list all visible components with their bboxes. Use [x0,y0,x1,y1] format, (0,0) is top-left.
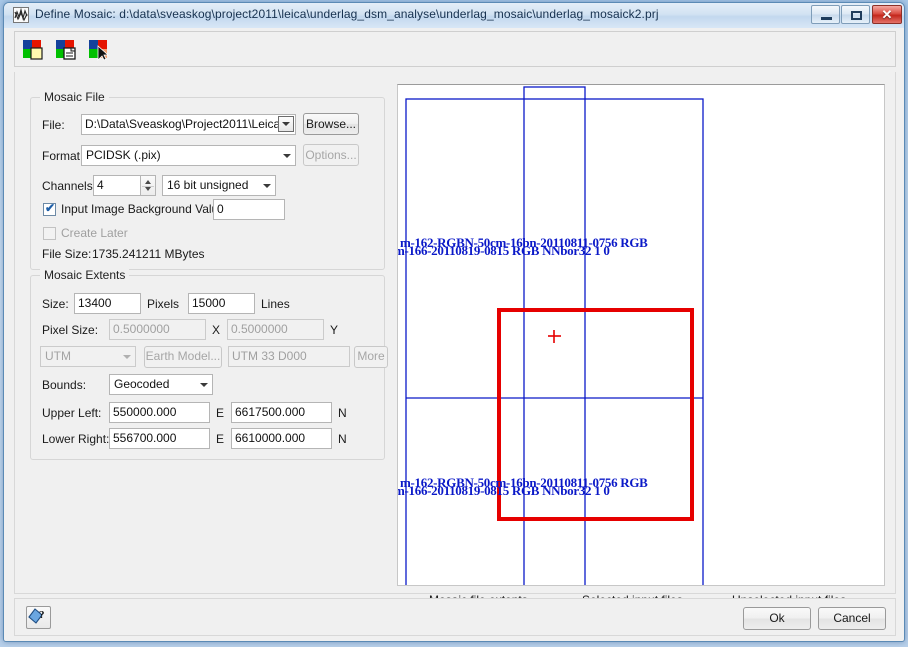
projection-detail-input: UTM 33 D000 [228,346,350,367]
lower-right-north-unit: N [338,432,347,446]
projection-value: UTM [45,349,71,363]
input-background-value-input[interactable]: 0 [213,199,285,220]
file-size-value: 1735.241211 MBytes [92,247,205,261]
format-combo[interactable]: PCIDSK (.pix) [81,145,296,166]
lines-label: Lines [261,297,290,311]
lower-right-east-input[interactable]: 556700.000 [109,428,210,449]
pixel-size-label: Pixel Size: [42,323,99,337]
minimize-button[interactable] [811,5,840,24]
more-projection-button: More [354,346,388,368]
chevron-down-icon [262,183,271,188]
maximize-button[interactable] [841,5,870,24]
file-size-label: File Size: [42,247,92,261]
maximize-icon [851,11,862,20]
rgb-new-file-icon [23,40,43,60]
upper-left-east-input[interactable]: 550000.000 [109,402,210,423]
create-later-label: Create Later [61,226,128,240]
bounds-label: Bounds: [42,378,87,392]
map-canvas [405,86,704,585]
file-path-input[interactable]: D:\Data\Sveaskog\Project2011\Leica\ [81,114,296,135]
map-file-label: m-166-20110819-0815 RGB NNbor32 1 0 [397,483,610,498]
x-axis-label: X [212,323,221,337]
mosaic-preview-map[interactable]: m-162-RGBN-50cm-16bn-20110811-0756 RGB m… [397,84,885,586]
help-icon: ? [28,608,45,624]
create-later-checkbox [43,227,56,240]
earth-model-button: Earth Model... [144,346,222,368]
pixel-size-x-input: 0.5000000 [109,319,206,340]
pixel-size-y-input: 0.5000000 [227,319,324,340]
rgb-select-arrow-icon [89,40,110,61]
mosaic-extents-group: Mosaic Extents Size: 13400 Pixels 15000 … [30,268,388,460]
lower-right-east-unit: E [216,432,225,446]
help-button[interactable]: ? [26,606,51,629]
projection-combo: UTM [40,346,136,367]
projection-combo-arrow [118,347,135,366]
chevron-down-icon [282,122,290,126]
minimize-icon [821,17,832,20]
format-options-button: Options... [303,144,359,166]
mosaic-extents-group-title: Mosaic Extents [40,268,130,282]
channels-input[interactable]: 4 [93,175,141,196]
upper-left-north-input[interactable]: 6617500.000 [231,402,332,423]
map-crosshair [548,330,561,343]
mosaic-file-group-title: Mosaic File [40,90,109,104]
title-bar: Define Mosaic: d:\data\sveaskog\project2… [4,3,904,28]
format-label: Format: [42,149,84,163]
input-background-checkbox[interactable]: ✔ [43,201,56,216]
size-pixels-input[interactable]: 13400 [74,293,141,314]
cancel-button[interactable]: Cancel [818,607,886,630]
window-client-area: Mosaic File File: D:\Data\Sveaskog\Proje… [7,28,903,640]
add-input-files-button[interactable] [52,36,79,63]
size-label: Size: [42,297,69,311]
select-input-files-button[interactable] [85,36,112,63]
toolbar [14,31,896,67]
dialog-footer: ? Ok Cancel [14,598,896,636]
chevron-down-icon [199,382,208,387]
lower-right-north-input[interactable]: 6610000.000 [231,428,332,449]
rgb-add-file-icon [56,40,76,60]
mosaic-file-group: Mosaic File File: D:\Data\Sveaskog\Proje… [30,90,385,270]
stepper-up-icon[interactable] [145,180,151,184]
format-combo-arrow [278,146,295,165]
upper-left-east-unit: E [216,406,225,420]
size-lines-input[interactable]: 15000 [188,293,255,314]
map-file-label: m-166-20110819-0815 RGB NNbor32 1 0 [397,243,610,258]
mosaic-window-icon [13,7,29,23]
window-title: Define Mosaic: d:\data\sveaskog\project2… [35,7,659,21]
pixels-label: Pixels [147,297,180,311]
new-mosaic-button[interactable] [19,36,46,63]
svg-text:?: ? [39,609,45,621]
channels-label: Channels: [42,179,97,193]
browse-button[interactable]: Browse... [303,113,359,135]
y-axis-label: Y [330,323,339,337]
format-value: PCIDSK (.pix) [86,148,161,162]
bounds-value: Geocoded [114,377,170,391]
input-background-label: Input Image Background Value: [61,202,229,216]
channels-stepper[interactable] [141,175,156,196]
chevron-down-icon [122,354,131,359]
file-dropdown-button[interactable] [278,116,294,132]
bit-depth-combo[interactable]: 16 bit unsigned [162,175,276,196]
bounds-combo[interactable]: Geocoded [109,374,213,395]
bit-depth-combo-arrow [258,176,275,195]
chevron-down-icon [282,153,291,158]
file-label: File: [42,118,65,132]
close-icon: ✕ [881,7,893,22]
define-mosaic-window: Define Mosaic: d:\data\sveaskog\project2… [3,2,905,642]
ok-button[interactable]: Ok [743,607,811,630]
upper-left-north-unit: N [338,406,347,420]
checkmark-icon: ✔ [45,201,56,215]
upper-left-label: Upper Left: [42,406,102,420]
bounds-combo-arrow [195,375,212,394]
close-button[interactable]: ✕ [872,5,902,24]
main-content: Mosaic File File: D:\Data\Sveaskog\Proje… [14,72,896,607]
bit-depth-value: 16 bit unsigned [167,178,249,192]
lower-right-label: Lower Right: [42,432,110,446]
stepper-down-icon[interactable] [145,187,151,191]
